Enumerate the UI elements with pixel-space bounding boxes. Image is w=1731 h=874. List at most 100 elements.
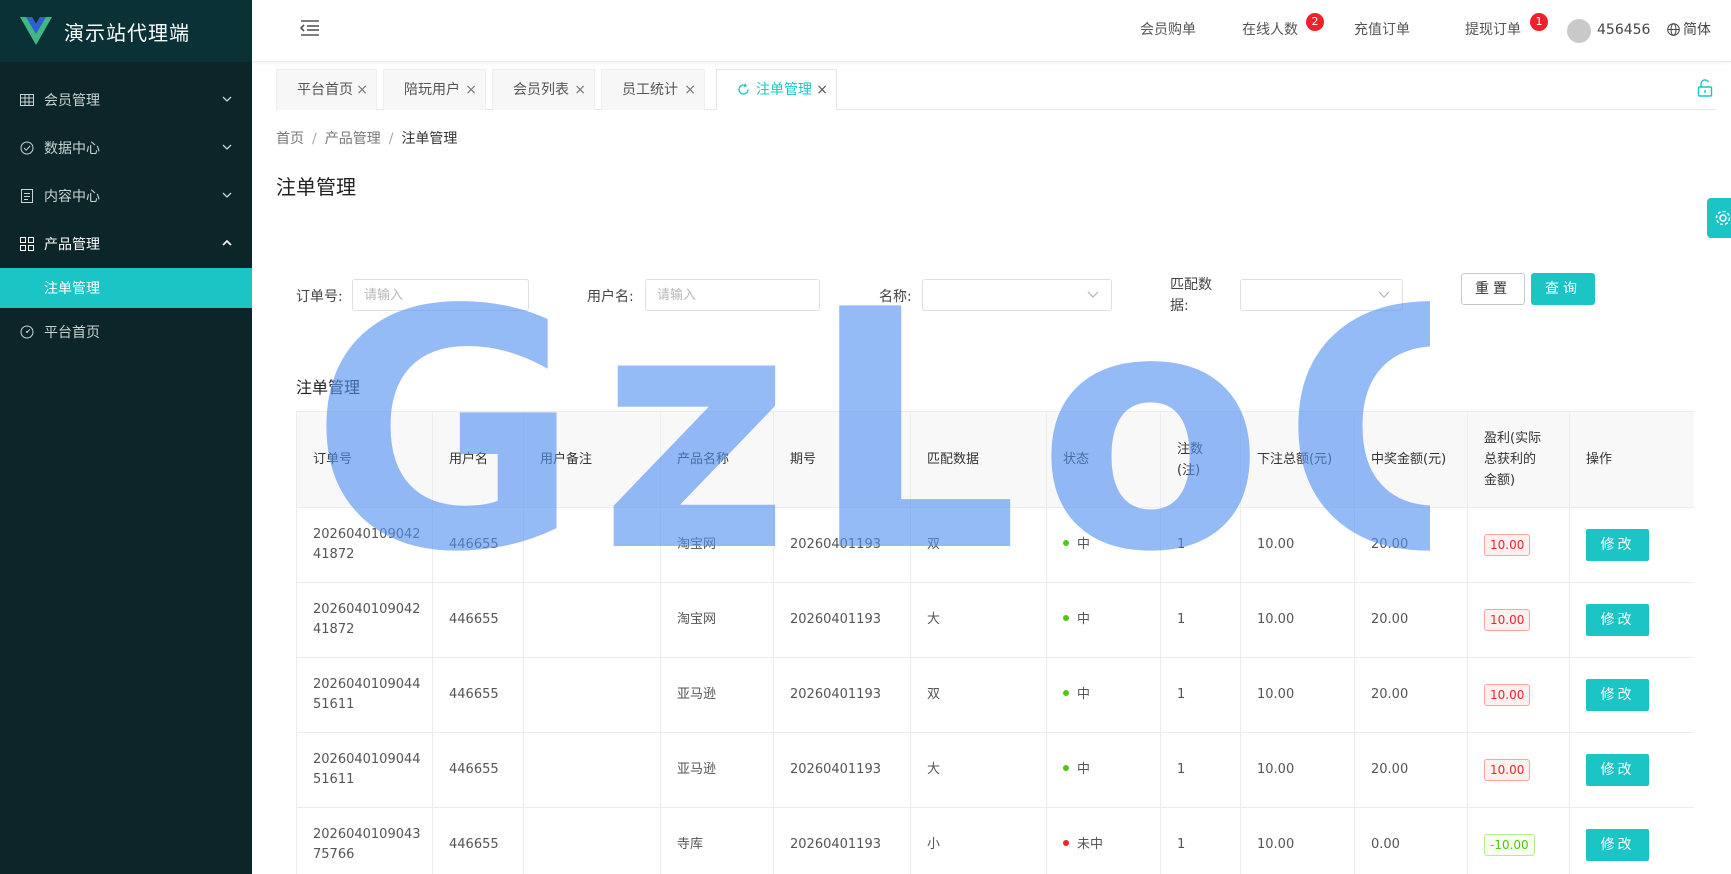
product-name-value: 亚马逊 xyxy=(677,762,717,777)
username-input[interactable] xyxy=(645,279,820,311)
close-icon[interactable]: × xyxy=(356,70,368,110)
tab-label: 陪玩用户 xyxy=(404,82,460,98)
breadcrumb-products[interactable]: 产品管理 xyxy=(325,131,381,147)
table-cell: 修改 xyxy=(1569,732,1694,808)
tab-companion-users[interactable]: 陪玩用户 × xyxy=(383,69,486,110)
edit-button[interactable]: 修改 xyxy=(1586,829,1649,861)
nav-withdraw-orders[interactable]: 提现订单 xyxy=(1465,0,1521,62)
table-cell: 20260401193 xyxy=(773,507,911,583)
close-icon[interactable]: × xyxy=(574,70,586,110)
edit-button[interactable]: 修改 xyxy=(1586,529,1649,561)
sidebar-item-content-center[interactable]: 内容中心 xyxy=(0,172,252,220)
table-title: 注单管理 xyxy=(296,378,361,397)
prize-value: 20.00 xyxy=(1371,762,1409,777)
table-cell: 20260401193 xyxy=(773,582,911,658)
tab-platform-home[interactable]: 平台首页 × xyxy=(276,69,377,110)
profit-tag: 10.00 xyxy=(1484,684,1531,706)
order-no-line: 41872 xyxy=(313,622,355,637)
name-select[interactable] xyxy=(922,279,1112,311)
prize-value: 20.00 xyxy=(1371,612,1409,627)
table-cell: 10.00 xyxy=(1240,657,1355,733)
column-header: 操作 xyxy=(1569,411,1694,508)
menu-fold-icon[interactable] xyxy=(300,19,320,37)
sidebar-item-label: 产品管理 xyxy=(44,237,100,253)
username[interactable]: 456456 xyxy=(1597,0,1650,60)
table-cell: 修改 xyxy=(1569,657,1694,733)
document-icon xyxy=(21,189,33,203)
close-icon[interactable]: × xyxy=(684,70,696,110)
tab-staff-stats[interactable]: 员工统计 × xyxy=(601,69,705,110)
table-cell: 446655 xyxy=(432,807,524,874)
username-value: 446655 xyxy=(449,837,499,852)
period-value: 20260401193 xyxy=(790,762,881,777)
table-cell: 2026040109044 51611 xyxy=(296,732,433,808)
match-data-value: 大 xyxy=(927,612,941,627)
edit-button[interactable]: 修改 xyxy=(1586,604,1649,636)
table-cell: 大 xyxy=(910,732,1047,808)
table-cell xyxy=(523,582,661,658)
order-no-input[interactable] xyxy=(352,279,529,311)
nav-online-users[interactable]: 在线人数 xyxy=(1242,0,1298,62)
tab-bet-orders[interactable]: 注单管理 × xyxy=(716,69,837,110)
settings-drawer-button[interactable] xyxy=(1707,198,1731,238)
bet-total-value: 10.00 xyxy=(1257,762,1295,777)
period-value: 20260401193 xyxy=(790,612,881,627)
edit-button[interactable]: 修改 xyxy=(1586,754,1649,786)
column-header-line: 操作 xyxy=(1586,452,1613,467)
language-switch[interactable]: 简体 xyxy=(1667,0,1711,60)
table-row: 2026040109042 41872 446655 淘宝网 20260401193 大 中… xyxy=(296,582,1694,658)
column-header: 期号 xyxy=(773,411,911,508)
tab-label: 注单管理 xyxy=(756,82,812,98)
column-header-line: 下注总额(元) xyxy=(1257,452,1333,467)
name-label: 名称: xyxy=(879,289,912,305)
nav-recharge-orders[interactable]: 充值订单 xyxy=(1354,0,1410,62)
order-no-line: 2026040109044 xyxy=(313,752,421,767)
product-name-value: 淘宝网 xyxy=(677,612,717,627)
column-header-line: 中奖金额(元) xyxy=(1371,452,1447,467)
match-data-select[interactable] xyxy=(1240,279,1403,311)
brand[interactable]: 演示站代理端 xyxy=(0,0,252,62)
brand-name: 演示站代理端 xyxy=(64,20,190,45)
bet-total-value: 10.00 xyxy=(1257,687,1295,702)
nav-member-orders[interactable]: 会员购单 xyxy=(1140,0,1196,62)
sidebar-item-members[interactable]: 会员管理 xyxy=(0,76,252,124)
sidebar-subitem-label: 注单管理 xyxy=(44,281,100,297)
table-cell: 1 xyxy=(1160,732,1241,808)
column-header-line: 用户名 xyxy=(449,452,489,467)
sidebar-item-data-center[interactable]: 数据中心 xyxy=(0,124,252,172)
match-data-label-line2: 据: xyxy=(1170,298,1189,314)
check-circle-icon xyxy=(20,141,34,155)
username-label: 用户名: xyxy=(587,289,634,305)
sidebar-item-products[interactable]: 产品管理 xyxy=(0,220,252,268)
tab-member-list[interactable]: 会员列表 × xyxy=(492,69,595,110)
refresh-icon[interactable] xyxy=(737,83,750,96)
close-icon[interactable]: × xyxy=(816,70,828,110)
tab-label: 员工统计 xyxy=(622,82,678,98)
username-value: 446655 xyxy=(449,537,499,552)
bet-count-value: 1 xyxy=(1177,762,1186,777)
column-header-line: 用户备注 xyxy=(540,452,593,467)
sidebar-subitem-bet-orders[interactable]: 注单管理 xyxy=(0,268,252,308)
query-button[interactable]: 查询 xyxy=(1531,273,1595,305)
column-header: 状态 xyxy=(1046,411,1161,508)
top-header: 会员购单 在线人数 2 充值订单 提现订单 1 456456 简体 xyxy=(252,0,1731,62)
avatar[interactable] xyxy=(1567,19,1591,43)
reset-button[interactable]: 重置 xyxy=(1461,273,1525,305)
column-header-line: 状态 xyxy=(1063,452,1090,467)
table-cell: 寺库 xyxy=(660,807,774,874)
product-name-value: 淘宝网 xyxy=(677,537,717,552)
table-cell: 10.00 xyxy=(1240,732,1355,808)
unlock-icon[interactable] xyxy=(1697,79,1713,97)
close-icon[interactable]: × xyxy=(465,70,477,110)
chevron-down-icon xyxy=(222,96,232,102)
breadcrumb-home[interactable]: 首页 xyxy=(276,131,304,147)
table-body: 2026040109042 41872 446655 淘宝网 20260401193 双中… xyxy=(296,507,1694,874)
sidebar-item-platform-home[interactable]: 平台首页 xyxy=(0,308,252,356)
username-value: 446655 xyxy=(449,762,499,777)
table-cell: 双 xyxy=(910,657,1047,733)
table-cell: 20.00 xyxy=(1354,507,1468,583)
match-data-value: 双 xyxy=(927,537,941,552)
edit-button[interactable]: 修改 xyxy=(1586,679,1649,711)
vue-logo-icon xyxy=(20,17,52,45)
page-title: 注单管理 xyxy=(276,175,356,199)
